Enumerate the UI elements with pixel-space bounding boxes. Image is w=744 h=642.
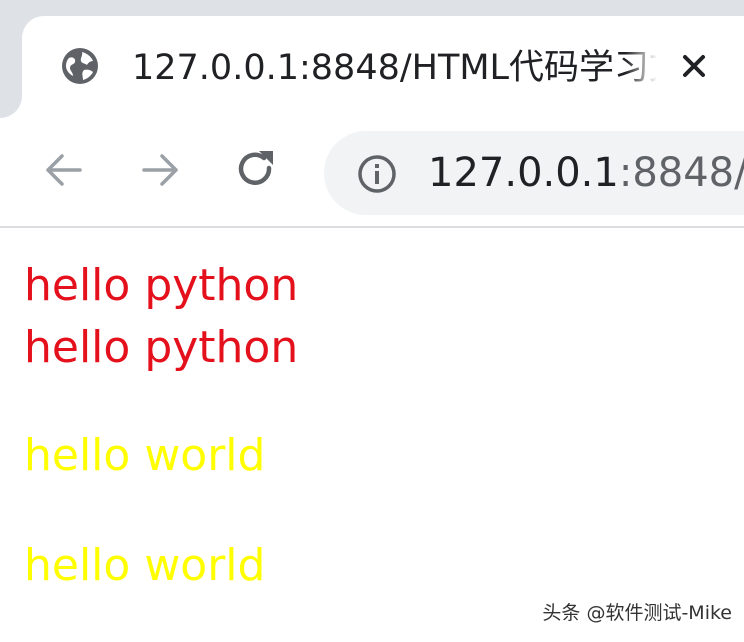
text-line-hello-world-1: hello world [24, 430, 266, 481]
forward-arrow-icon[interactable] [136, 146, 184, 194]
back-arrow-icon[interactable] [40, 146, 88, 194]
close-icon[interactable] [676, 48, 712, 84]
address-bar[interactable]: 127.0.0.1:8848/H [324, 131, 744, 215]
text-line-hello-python-2: hello python [24, 322, 299, 373]
tab-strip: 127.0.0.1:8848/HTML代码学习文 [0, 0, 744, 120]
browser-window: 127.0.0.1:8848/HTML代码学习文 127.0.0.1:8848/… [0, 0, 744, 642]
url-path: :8848/H [618, 150, 744, 196]
info-icon[interactable] [356, 153, 398, 195]
page-content: hello python hello python hello world he… [0, 228, 744, 642]
reload-icon[interactable] [232, 146, 280, 194]
tab-curve [0, 96, 22, 118]
tab-title: 127.0.0.1:8848/HTML代码学习文 [132, 48, 657, 88]
text-line-hello-python-1: hello python [24, 260, 299, 311]
url-host: 127.0.0.1 [428, 150, 619, 196]
toolbar: 127.0.0.1:8848/H [0, 118, 744, 228]
globe-icon [62, 48, 98, 84]
watermark: 头条 @软件测试-Mike [542, 602, 732, 624]
text-line-hello-world-2: hello world [24, 540, 266, 591]
url-text[interactable]: 127.0.0.1:8848/H [428, 145, 744, 201]
